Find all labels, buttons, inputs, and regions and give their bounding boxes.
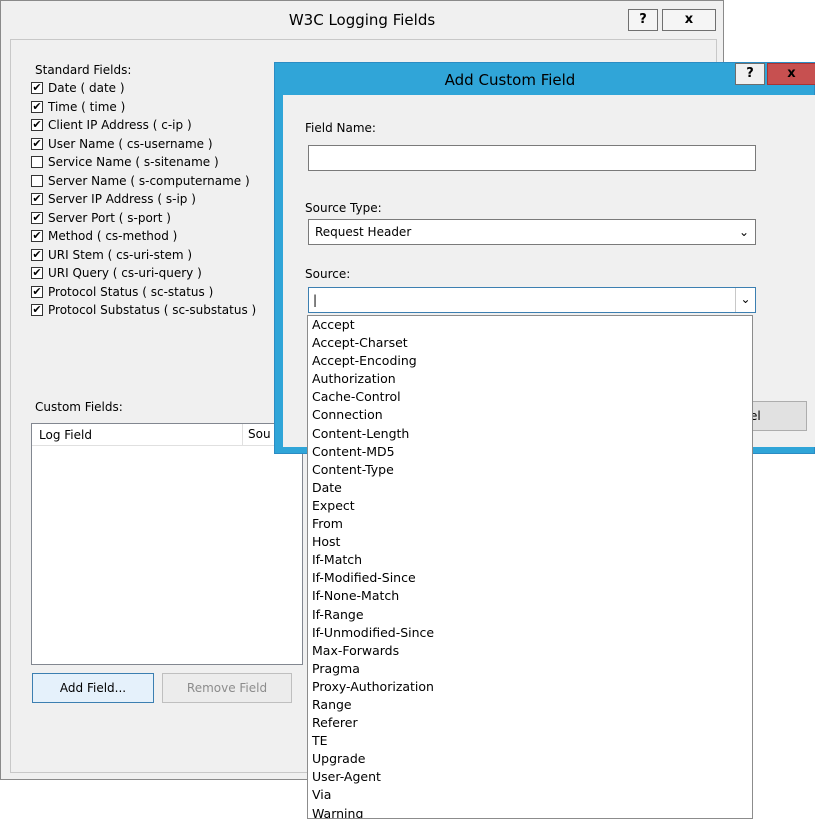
standard-field-item[interactable]: Service Name ( s-sitename ) [31, 153, 281, 172]
source-option[interactable]: Accept-Encoding [308, 352, 752, 370]
source-option[interactable]: Authorization [308, 370, 752, 388]
standard-field-label: URI Stem ( cs-uri-stem ) [48, 247, 193, 262]
source-option[interactable]: Accept [308, 316, 752, 334]
source-option[interactable]: TE [308, 732, 752, 750]
standard-field-item[interactable]: ✔ User Name ( cs-username ) [31, 135, 281, 154]
custom-fields-label: Custom Fields: [35, 400, 123, 414]
source-option[interactable]: Pragma [308, 660, 752, 678]
checkbox[interactable]: ✔ [31, 211, 43, 224]
source-combobox[interactable]: | ⌄ [308, 287, 756, 313]
custom-fields-list[interactable]: Log Field Sou [31, 423, 303, 665]
source-option[interactable]: Content-Length [308, 425, 752, 443]
standard-field-label: Server Name ( s-computername ) [48, 173, 250, 188]
standard-field-label: Server Port ( s-port ) [48, 210, 171, 225]
column-source[interactable]: Sou [242, 424, 271, 445]
checkbox[interactable]: ✔ [31, 285, 43, 298]
chevron-down-icon: ⌄ [738, 225, 749, 239]
checkbox[interactable]: ✔ [31, 119, 43, 132]
standard-field-label: Method ( cs-method ) [48, 229, 178, 244]
standard-fields-list: ✔ Date ( date ) ✔ Time ( time ) ✔ Client IP A… [31, 79, 281, 320]
source-type-select[interactable]: Request Header ⌄ [308, 219, 756, 245]
source-label: Source: [305, 267, 351, 281]
source-type-value: Request Header [315, 225, 412, 239]
column-log-field[interactable]: Log Field [39, 428, 92, 442]
source-option[interactable]: Referer [308, 714, 752, 732]
chevron-down-icon[interactable]: ⌄ [735, 288, 755, 312]
source-option[interactable]: Proxy-Authorization [308, 678, 752, 696]
standard-fields-label: Standard Fields: [35, 63, 132, 77]
standard-field-item[interactable]: ✔ Time ( time ) [31, 98, 281, 117]
standard-field-label: Protocol Substatus ( sc-substatus ) [48, 303, 257, 318]
source-option[interactable]: Range [308, 696, 752, 714]
source-option[interactable]: From [308, 515, 752, 533]
standard-field-item[interactable]: ✔ Server IP Address ( s-ip ) [31, 190, 281, 209]
standard-field-label: Client IP Address ( c-ip ) [48, 118, 192, 133]
source-option[interactable]: Content-Type [308, 461, 752, 479]
source-option[interactable]: Accept-Charset [308, 334, 752, 352]
standard-field-item[interactable]: ✔ Protocol Status ( sc-status ) [31, 283, 281, 302]
checkbox[interactable]: ✔ [31, 267, 43, 280]
checkbox[interactable] [31, 156, 43, 169]
checkbox[interactable]: ✔ [31, 82, 43, 95]
close-button[interactable]: x [767, 63, 815, 85]
source-option[interactable]: Cache-Control [308, 388, 752, 406]
source-option[interactable]: Connection [308, 406, 752, 424]
standard-field-item[interactable]: ✔ Client IP Address ( c-ip ) [31, 116, 281, 135]
checkbox[interactable]: ✔ [31, 193, 43, 206]
standard-field-label: Protocol Status ( sc-status ) [48, 284, 214, 299]
source-option[interactable]: If-Range [308, 606, 752, 624]
checkbox[interactable]: ✔ [31, 230, 43, 243]
source-option[interactable]: If-Unmodified-Since [308, 624, 752, 642]
checkbox[interactable]: ✔ [31, 100, 43, 113]
standard-field-item[interactable]: ✔ Protocol Substatus ( sc-substatus ) [31, 301, 281, 320]
source-type-label: Source Type: [305, 201, 382, 215]
standard-field-item[interactable]: ✔ Date ( date ) [31, 79, 281, 98]
checkbox[interactable] [31, 174, 43, 187]
dialog-title: Add Custom Field [444, 71, 576, 89]
standard-field-item[interactable]: ✔ URI Stem ( cs-uri-stem ) [31, 246, 281, 265]
source-dropdown-list[interactable]: Accept Accept-Charset Accept-Encoding Autho… [307, 315, 753, 819]
add-field-button[interactable]: Add Field... [32, 673, 154, 703]
source-option[interactable]: Via [308, 786, 752, 804]
field-name-input[interactable] [308, 145, 756, 171]
checkbox[interactable]: ✔ [31, 304, 43, 317]
standard-field-label: Server IP Address ( s-ip ) [48, 192, 196, 207]
checkbox[interactable]: ✔ [31, 137, 43, 150]
standard-field-label: Time ( time ) [48, 99, 126, 114]
custom-fields-header: Log Field Sou [32, 424, 302, 446]
standard-field-label: URI Query ( cs-uri-query ) [48, 266, 202, 281]
standard-field-item[interactable]: Server Name ( s-computername ) [31, 172, 281, 191]
source-option[interactable]: If-Match [308, 551, 752, 569]
field-name-label: Field Name: [305, 121, 376, 135]
help-button[interactable]: ? [628, 9, 658, 31]
standard-field-label: User Name ( cs-username ) [48, 136, 213, 151]
source-option[interactable]: If-None-Match [308, 587, 752, 605]
help-button[interactable]: ? [735, 63, 765, 85]
source-option[interactable]: User-Agent [308, 768, 752, 786]
checkbox[interactable]: ✔ [31, 248, 43, 261]
standard-field-item[interactable]: ✔ Method ( cs-method ) [31, 227, 281, 246]
remove-field-button[interactable]: Remove Field [162, 673, 292, 703]
source-option[interactable]: Date [308, 479, 752, 497]
source-option[interactable]: Upgrade [308, 750, 752, 768]
title-bar: W3C Logging Fields ? x [1, 1, 723, 39]
standard-field-label: Service Name ( s-sitename ) [48, 155, 219, 170]
source-option[interactable]: Content-MD5 [308, 443, 752, 461]
standard-field-item[interactable]: ✔ URI Query ( cs-uri-query ) [31, 264, 281, 283]
standard-field-item[interactable]: ✔ Server Port ( s-port ) [31, 209, 281, 228]
source-option[interactable]: Warning [308, 805, 752, 818]
source-option[interactable]: Expect [308, 497, 752, 515]
source-option[interactable]: If-Modified-Since [308, 569, 752, 587]
source-option[interactable]: Host [308, 533, 752, 551]
standard-field-label: Date ( date ) [48, 81, 125, 96]
dialog-title: W3C Logging Fields [288, 11, 436, 29]
text-cursor: | [313, 293, 318, 307]
close-button[interactable]: x [662, 9, 716, 31]
source-option[interactable]: Max-Forwards [308, 642, 752, 660]
